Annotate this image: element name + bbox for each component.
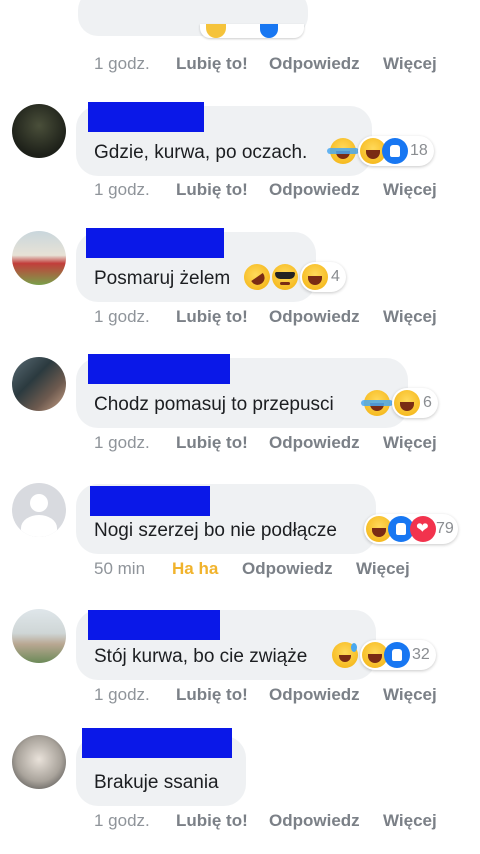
more-button[interactable]: Więcej <box>383 433 437 453</box>
comment-time: 1 godz. <box>94 180 150 199</box>
redacted-author-name <box>88 610 220 640</box>
comment-text: Brakuje ssania <box>94 772 219 793</box>
comment-text: Posmaruj żelem <box>94 268 231 289</box>
redacted-author-name <box>86 228 224 258</box>
comment-time: 1 godz. <box>94 685 150 704</box>
reaction-count: 32 <box>412 646 430 663</box>
reply-button[interactable]: Odpowiedz <box>269 811 360 831</box>
comment-time: 50 min <box>94 559 146 578</box>
redacted-author-name <box>88 102 204 132</box>
reply-button[interactable]: Odpowiedz <box>269 433 360 453</box>
tears-of-joy-emoji-icon <box>361 390 393 416</box>
tears-of-joy-emoji-icon <box>327 138 359 164</box>
avatar[interactable] <box>12 735 66 789</box>
reply-button[interactable]: Odpowiedz <box>269 685 360 705</box>
haha-reaction-icon <box>394 390 420 416</box>
reaction-summary[interactable]: 32 <box>360 640 436 670</box>
like-reaction-icon <box>384 642 410 668</box>
reaction-summary[interactable]: 4 <box>300 262 346 292</box>
haha-reaction-icon <box>302 264 328 290</box>
more-button[interactable]: Więcej <box>383 685 437 705</box>
more-button[interactable]: Więcej <box>383 307 437 327</box>
sunglasses-emoji-icon <box>272 264 298 290</box>
comment-text: Gdzie, kurwa, po oczach. <box>94 142 308 163</box>
reaction-summary[interactable]: 6 <box>392 388 438 418</box>
default-avatar-icon[interactable] <box>12 483 66 537</box>
more-button[interactable]: Więcej <box>383 54 437 74</box>
like-button[interactable]: Lubię to! <box>176 433 248 453</box>
avatar[interactable] <box>12 357 66 411</box>
haha-button[interactable]: Ha ha <box>172 559 218 579</box>
like-button[interactable]: Lubię to! <box>176 685 248 705</box>
avatar[interactable] <box>12 231 66 285</box>
comment-text: Stój kurwa, bo cie zwiąże <box>94 646 308 667</box>
reaction-count: 18 <box>410 142 428 159</box>
like-button[interactable]: Lubię to! <box>176 180 248 200</box>
more-button[interactable]: Więcej <box>383 811 437 831</box>
reaction-count: 6 <box>423 394 432 411</box>
comment-time: 1 godz. <box>94 54 150 73</box>
more-button[interactable]: Więcej <box>383 180 437 200</box>
reaction-count: 4 <box>331 268 340 285</box>
comment-text: Chodz pomasuj to przepusci <box>94 394 334 415</box>
reply-button[interactable]: Odpowiedz <box>269 307 360 327</box>
like-button[interactable]: Lubię to! <box>176 307 248 327</box>
reaction-summary[interactable]: 79 <box>364 514 458 544</box>
love-reaction-icon <box>410 516 436 542</box>
comment-text: Nogi szerzej bo nie podłącze <box>94 520 337 541</box>
comment-time: 1 godz. <box>94 811 150 830</box>
reaction-summary[interactable] <box>200 24 304 38</box>
reaction-summary[interactable]: 18 <box>358 136 434 166</box>
reaction-count: 79 <box>436 520 454 537</box>
like-button[interactable]: Lubię to! <box>176 811 248 831</box>
redacted-author-name <box>88 354 230 384</box>
avatar[interactable] <box>12 104 66 158</box>
grinning-sweat-emoji-icon <box>332 642 358 668</box>
reply-button[interactable]: Odpowiedz <box>269 54 360 74</box>
comment-time: 1 godz. <box>94 433 150 452</box>
like-button[interactable]: Lubię to! <box>176 54 248 74</box>
like-reaction-icon <box>382 138 408 164</box>
comment-time: 1 godz. <box>94 307 150 326</box>
reply-button[interactable]: Odpowiedz <box>269 180 360 200</box>
redacted-author-name <box>90 486 210 516</box>
redacted-author-name <box>82 728 232 758</box>
reply-button[interactable]: Odpowiedz <box>242 559 333 579</box>
more-button[interactable]: Więcej <box>356 559 410 579</box>
avatar[interactable] <box>12 609 66 663</box>
